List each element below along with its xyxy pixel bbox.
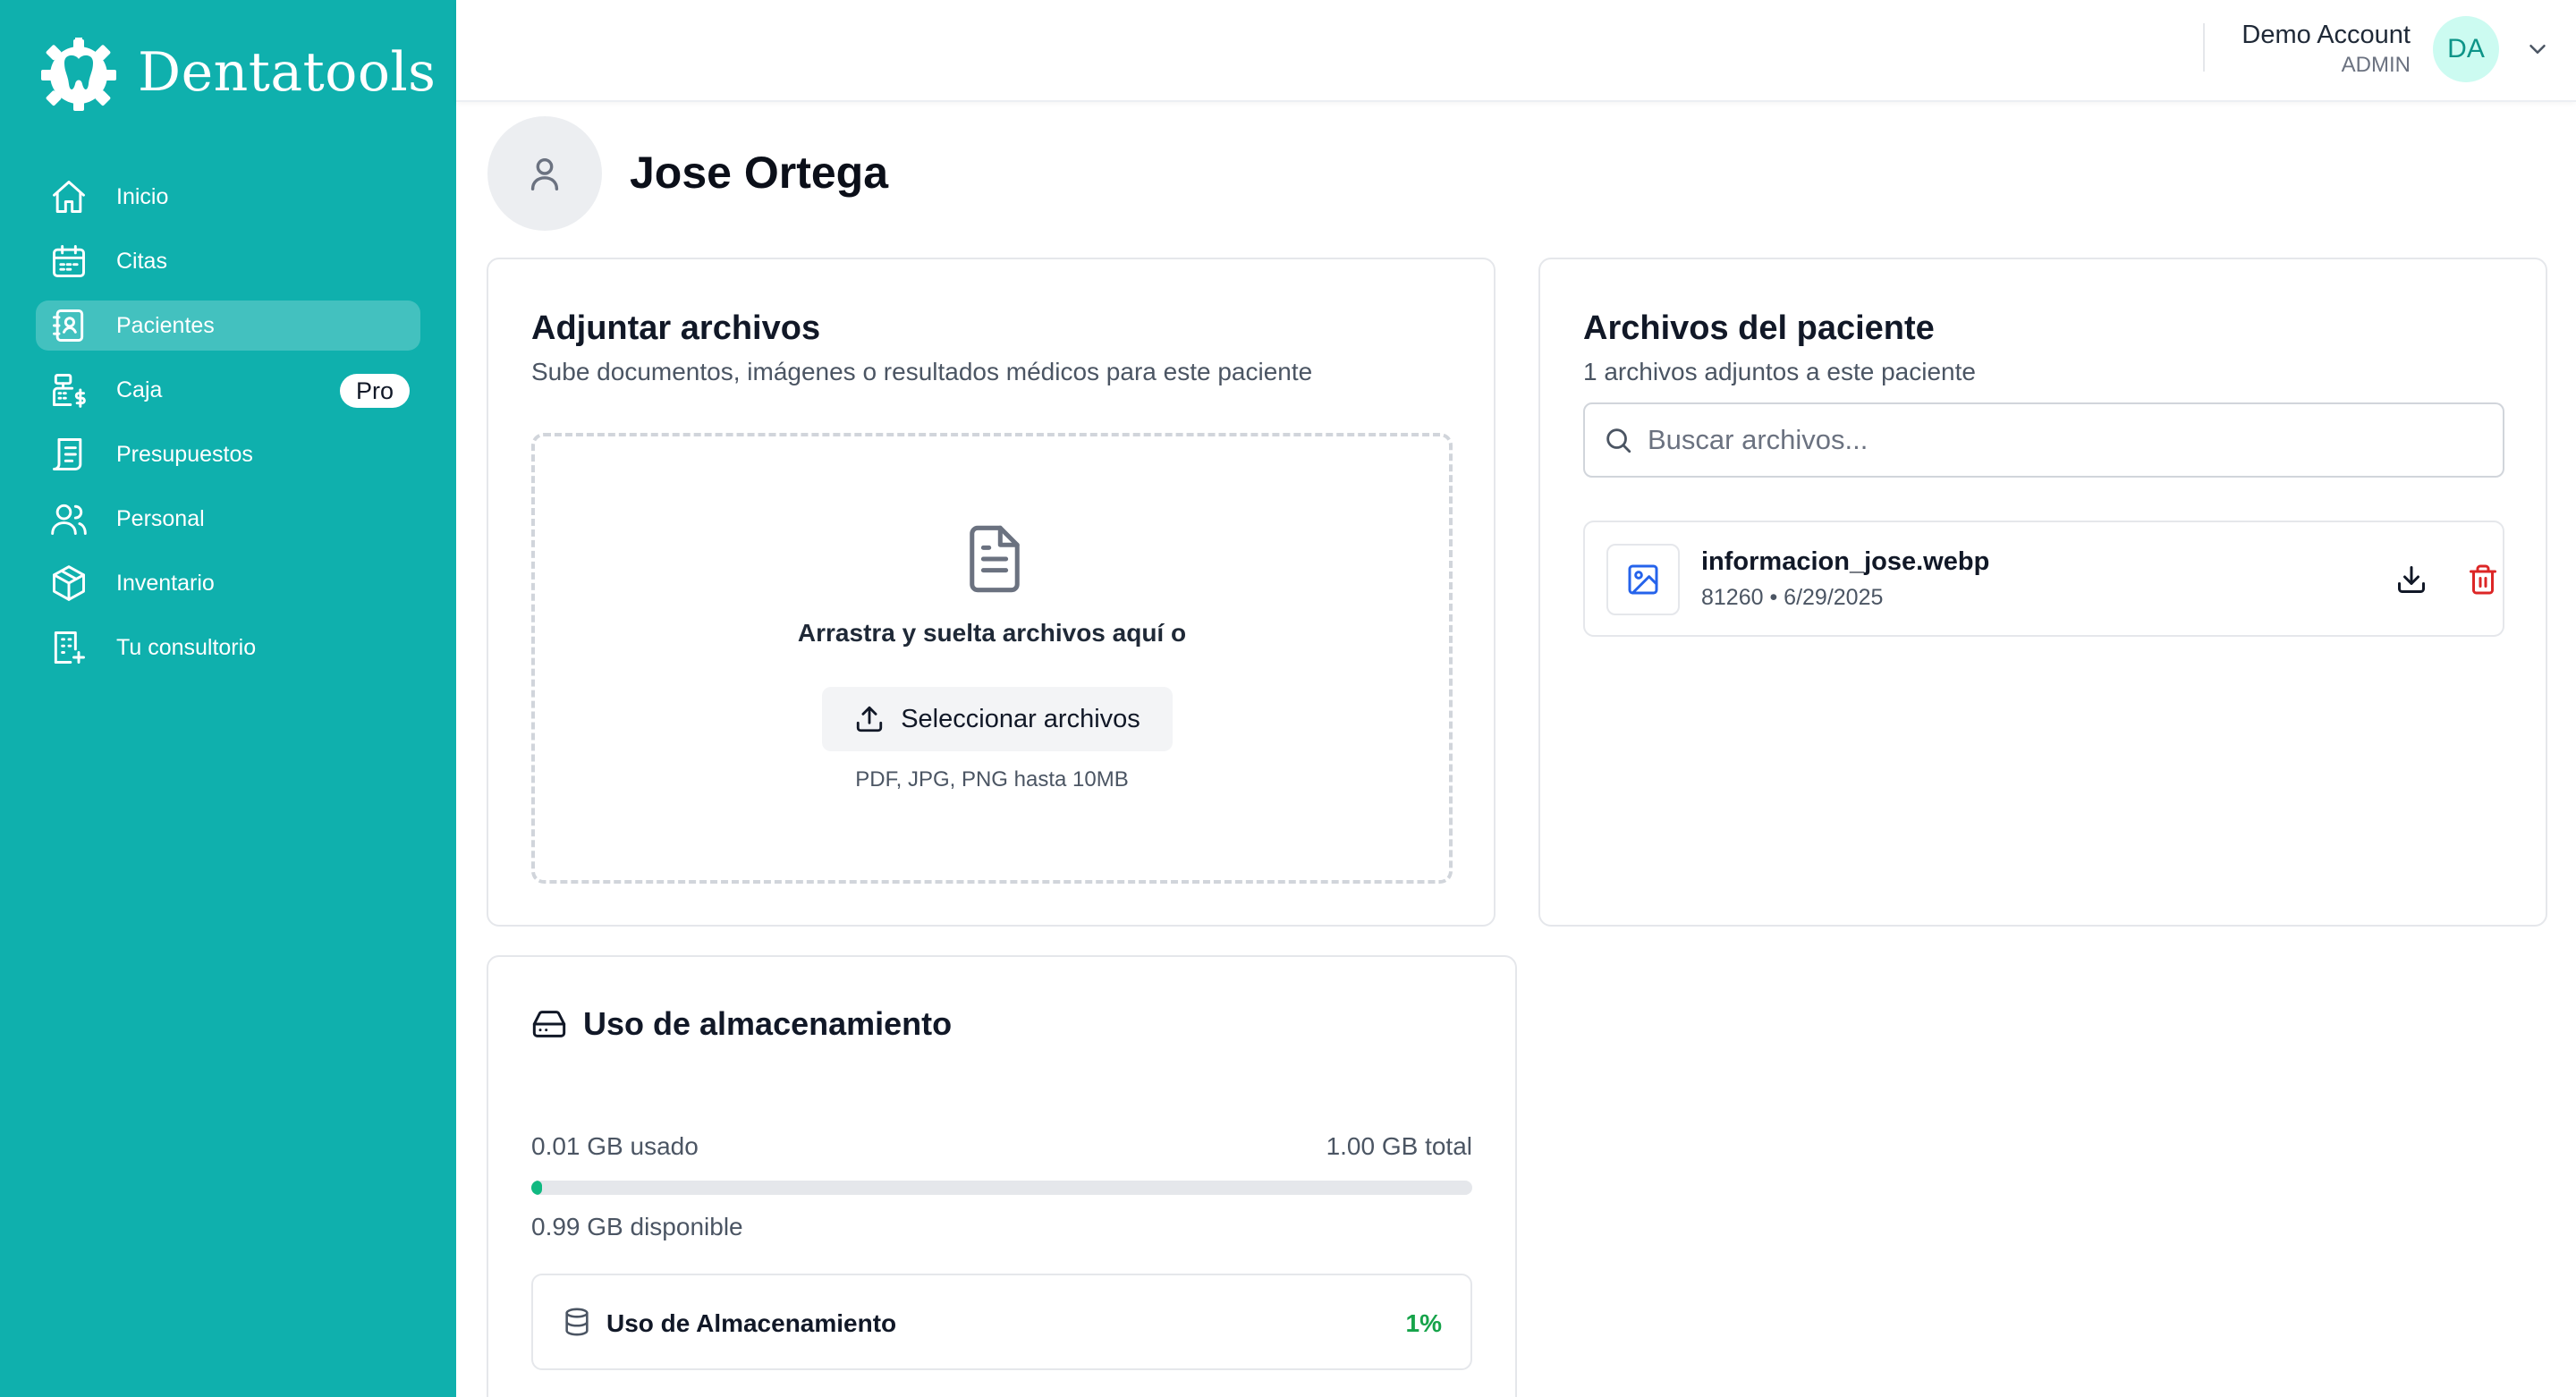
- sidebar-item-label: Caja: [116, 377, 163, 402]
- trash-icon: [2470, 564, 2496, 595]
- database-icon: [565, 1308, 589, 1336]
- user-icon: [530, 157, 559, 190]
- patient-name: Jose Ortega: [630, 148, 889, 198]
- sidebar-item-label: Inventario: [116, 570, 215, 596]
- account-role: ADMIN: [2341, 53, 2411, 77]
- patients-icon: [48, 305, 89, 346]
- sidebar-item-label: Personal: [116, 505, 205, 531]
- file-list-item[interactable]: informacion_jose.webp 81260 • 6/29/2025: [1583, 521, 2504, 637]
- upload-subtitle: Sube documentos, imágenes o resultados m…: [531, 358, 1313, 385]
- sidebar: Dentatools Inicio Citas Pacientes Caja P…: [0, 0, 456, 1397]
- storage-usage-percent: 1%: [1405, 1309, 1442, 1337]
- chevron-down-icon[interactable]: [2524, 36, 2551, 63]
- select-files-label: Seleccionar archivos: [901, 704, 1140, 733]
- files-subtitle: 1 archivos adjuntos a este paciente: [1583, 358, 1976, 385]
- header-divider: [2203, 23, 2205, 72]
- calendar-icon: [48, 241, 89, 282]
- download-icon: [2398, 566, 2425, 593]
- hard-drive-icon: [532, 1011, 566, 1037]
- sidebar-item-inventario[interactable]: Inventario: [36, 558, 420, 608]
- file-dropzone[interactable]: Arrastra y suelta archivos aquí o Selecc…: [531, 433, 1453, 884]
- sidebar-item-inicio[interactable]: Inicio: [36, 172, 420, 222]
- storage-usage-label: Uso de Almacenamiento: [606, 1309, 897, 1337]
- storage-card: Uso de almacenamiento 0.01 GB usado 1.00…: [487, 955, 1517, 1397]
- delete-button[interactable]: [2462, 558, 2504, 601]
- upload-icon: [857, 706, 883, 732]
- pro-badge: Pro: [339, 374, 410, 408]
- storage-available: 0.99 GB disponible: [531, 1213, 743, 1240]
- storage-progress-bar: [531, 1181, 1472, 1195]
- user-avatar[interactable]: DA: [2433, 16, 2499, 82]
- files-title: Archivos del paciente: [1583, 309, 1935, 347]
- top-header: Demo Account ADMIN DA: [456, 0, 2576, 102]
- sidebar-nav: Inicio Citas Pacientes Caja Pro Presupue…: [36, 172, 420, 687]
- sidebar-item-label: Citas: [116, 248, 167, 274]
- sidebar-item-pacientes[interactable]: Pacientes: [36, 301, 420, 351]
- file-name: informacion_jose.webp: [1701, 547, 1990, 576]
- file-thumbnail: [1606, 544, 1680, 615]
- account-info[interactable]: Demo Account ADMIN: [2241, 18, 2411, 79]
- account-name: Demo Account: [2241, 21, 2411, 49]
- sidebar-item-caja[interactable]: Caja Pro: [36, 365, 420, 415]
- building-icon: [48, 627, 89, 668]
- sidebar-item-label: Inicio: [116, 183, 169, 209]
- sidebar-item-citas[interactable]: Citas: [36, 236, 420, 286]
- sidebar-item-personal[interactable]: Personal: [36, 494, 420, 544]
- sidebar-item-label: Tu consultorio: [116, 634, 257, 660]
- patient-files-card: Archivos del paciente 1 archivos adjunto…: [1538, 258, 2547, 927]
- sidebar-item-label: Pacientes: [116, 312, 215, 338]
- storage-progress-fill: [531, 1181, 542, 1195]
- cash-register-icon: [48, 369, 89, 411]
- search-icon: [1606, 428, 1631, 453]
- document-icon: [970, 525, 1020, 593]
- search-box: [1583, 402, 2504, 478]
- sidebar-item-presupuestos[interactable]: Presupuestos: [36, 429, 420, 479]
- app-name: Dentatools: [138, 41, 436, 104]
- select-files-button[interactable]: Seleccionar archivos: [822, 687, 1173, 751]
- storage-usage-row: Uso de Almacenamiento 1%: [531, 1274, 1472, 1370]
- users-icon: [48, 498, 89, 539]
- receipt-icon: [48, 434, 89, 475]
- home-icon: [48, 176, 89, 217]
- storage-used: 0.01 GB usado: [531, 1132, 699, 1160]
- storage-total: 1.00 GB total: [1326, 1132, 1472, 1160]
- upload-card: Adjuntar archivos Sube documentos, imáge…: [487, 258, 1496, 927]
- sidebar-item-label: Presupuestos: [116, 441, 253, 467]
- image-icon: [1628, 564, 1658, 595]
- box-icon: [48, 563, 89, 604]
- sidebar-item-tu-consultorio[interactable]: Tu consultorio: [36, 622, 420, 673]
- storage-title: Uso de almacenamiento: [583, 1005, 953, 1042]
- storage-header: Uso de almacenamiento: [531, 1005, 952, 1043]
- drop-instructions: Arrastra y suelta archivos aquí o: [797, 619, 1187, 647]
- search-input[interactable]: [1648, 424, 2453, 456]
- app-logo[interactable]: Dentatools: [39, 32, 436, 113]
- accepted-formats: PDF, JPG, PNG hasta 10MB: [855, 767, 1129, 792]
- tooth-gear-logo-icon: [41, 38, 116, 111]
- file-meta: 81260 • 6/29/2025: [1701, 585, 1884, 610]
- download-button[interactable]: [2390, 558, 2433, 601]
- patient-avatar: [487, 116, 602, 231]
- upload-title: Adjuntar archivos: [531, 309, 821, 347]
